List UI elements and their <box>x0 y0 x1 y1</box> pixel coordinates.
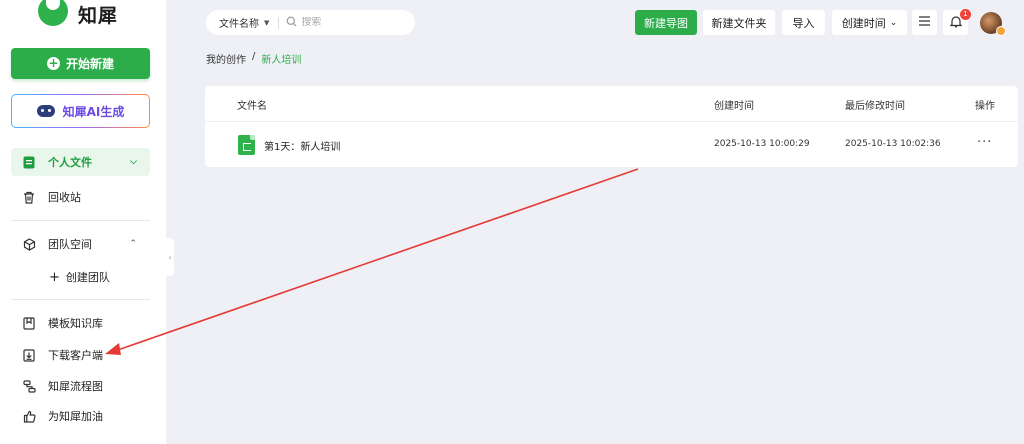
plus-circle-icon: + <box>46 56 60 70</box>
sidebar-item-label: 团队空间 <box>48 238 92 251</box>
chevron-left-icon: ‹ <box>168 252 172 262</box>
doc-icon <box>22 155 36 169</box>
thumbs-up-icon <box>22 409 36 423</box>
sort-label: 创建时间 <box>841 16 886 30</box>
sidebar-item-label: 下载客户端 <box>48 349 103 362</box>
sidebar-item-trash[interactable]: 回收站 <box>11 183 150 211</box>
file-name[interactable]: 第1天：新人培训 <box>264 138 340 153</box>
start-new-button[interactable]: + 开始新建 <box>11 48 150 79</box>
caret-down-icon[interactable]: ▼ <box>264 19 269 27</box>
robot-icon <box>36 105 55 117</box>
bookmark-icon <box>22 316 36 330</box>
search-bar: 文件名称 ▼ <box>206 10 415 35</box>
column-header-name[interactable]: 文件名 <box>237 97 267 112</box>
more-actions-icon[interactable]: ··· <box>977 135 992 150</box>
sidebar-item-label: 知犀流程图 <box>48 380 103 393</box>
sidebar-item-download-client[interactable]: 下载客户端 <box>11 341 150 369</box>
sidebar-item-label: 模板知识库 <box>48 317 103 330</box>
ai-generate-label: 知犀AI生成 <box>62 104 125 119</box>
cube-icon <box>22 237 36 251</box>
avatar-status-icon <box>996 26 1006 36</box>
new-mindmap-button[interactable]: 新建导图 <box>635 10 697 35</box>
chevron-up-icon[interactable]: ⌃ <box>129 239 137 249</box>
menu-button[interactable] <box>912 10 937 35</box>
column-header-modified[interactable]: 最后修改时间 <box>845 97 905 112</box>
import-button[interactable]: 导入 <box>782 10 825 35</box>
sidebar-item-templates[interactable]: 模板知识库 <box>11 309 150 337</box>
download-icon <box>22 348 36 362</box>
sort-dropdown[interactable]: 创建时间 ⌄ <box>832 10 907 35</box>
sidebar-collapse-handle[interactable]: ‹ <box>166 238 174 276</box>
table-header: 文件名 创建时间 最后修改时间 操作 <box>205 86 1018 122</box>
chevron-down-icon: ⌄ <box>889 17 898 28</box>
breadcrumb: 我的创作 / 新人培训 <box>206 51 301 66</box>
ai-generate-button[interactable]: 知犀AI生成 <box>11 94 150 128</box>
column-header-created[interactable]: 创建时间 <box>714 97 754 112</box>
sidebar-item-team-space[interactable]: 团队空间 ⌃ <box>11 230 150 258</box>
search-field-select[interactable]: 文件名称 <box>219 15 259 30</box>
flowchart-icon <box>22 379 36 393</box>
rhino-logo-icon <box>38 0 68 26</box>
search-divider <box>278 16 280 29</box>
sidebar-item-label: 创建团队 <box>65 271 110 284</box>
column-header-actions: 操作 <box>975 101 995 112</box>
sidebar-item-label: 个人文件 <box>48 156 92 169</box>
chevron-down-icon[interactable]: ⌵ <box>130 157 137 167</box>
created-time: 2025-10-13 10:00:29 <box>714 139 810 149</box>
sidebar: 知犀 + 开始新建 知犀AI生成 个人文件 ⌵ 回收站 团队空间 ⌃ + 创建团… <box>0 0 166 444</box>
mindmap-file-icon <box>238 135 255 155</box>
file-table: 文件名 创建时间 最后修改时间 操作 第1天：新人培训 2025-10-13 1… <box>205 86 1018 167</box>
breadcrumb-separator: / <box>252 51 256 62</box>
app-logo[interactable]: 知犀 <box>38 0 118 34</box>
modified-time: 2025-10-13 10:02:36 <box>845 139 941 149</box>
sidebar-item-cheer[interactable]: 为知犀加油 <box>11 402 150 430</box>
notification-badge: 1 <box>960 9 971 20</box>
search-icon <box>286 16 297 30</box>
sidebar-item-personal-files[interactable]: 个人文件 ⌵ <box>11 148 150 176</box>
sidebar-item-flowchart[interactable]: 知犀流程图 <box>11 372 150 400</box>
hamburger-icon <box>919 16 930 29</box>
sidebar-item-label: 回收站 <box>48 191 81 204</box>
sidebar-item-label: 为知犀加油 <box>48 410 103 423</box>
search-input[interactable] <box>301 17 412 28</box>
start-new-label: 开始新建 <box>65 57 114 71</box>
sidebar-divider <box>11 220 150 221</box>
table-row[interactable]: 第1天：新人培训 2025-10-13 10:00:29 2025-10-13 … <box>205 123 1018 167</box>
breadcrumb-root[interactable]: 我的创作 <box>206 51 246 66</box>
sidebar-item-create-team[interactable]: + 创建团队 <box>11 263 150 291</box>
sidebar-divider <box>11 299 150 300</box>
breadcrumb-current: 新人培训 <box>261 55 302 66</box>
plus-icon: + <box>49 269 60 285</box>
new-folder-button[interactable]: 新建文件夹 <box>703 10 775 35</box>
trash-icon <box>22 190 36 204</box>
app-name: 知犀 <box>78 4 119 27</box>
notification-button[interactable]: 1 <box>943 9 971 35</box>
